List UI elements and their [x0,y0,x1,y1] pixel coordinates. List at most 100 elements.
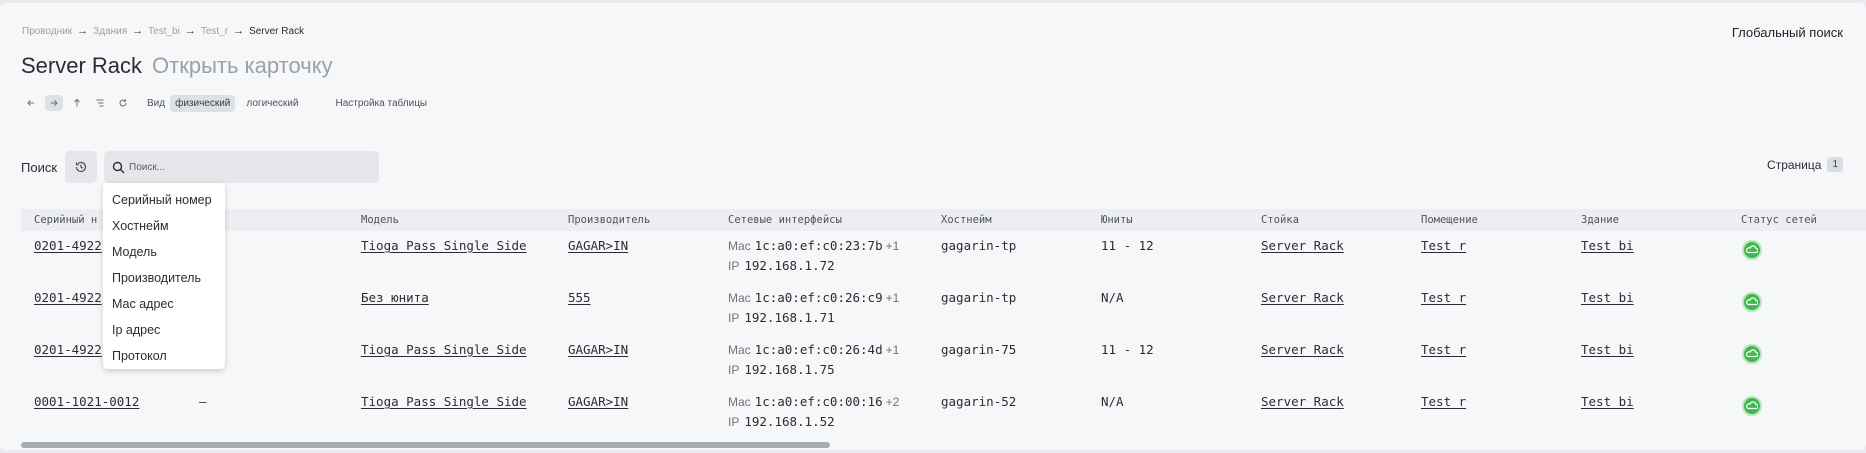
cell-interfaces: Mac 1c:a0:ef:c0:26:4d +1 IP 192.168.1.75 [728,342,899,377]
search-field[interactable] [104,151,380,183]
cell-room[interactable]: Test r [1421,238,1466,253]
header-rack[interactable]: Стойка [1261,214,1299,226]
table-row[interactable]: 0201-4922 Tioga Pass Single Side GAGAR>I… [21,335,1866,387]
cell-building[interactable]: Test bi [1581,394,1634,409]
breadcrumb-item[interactable]: Test_r [201,26,228,37]
cell-units: 11 - 12 [1101,238,1154,253]
mac-value: 1c:a0:ef:c0:00:16 [754,394,883,409]
table-row[interactable]: 0201-4922 Без юнита 555 Mac 1c:a0:ef:c0:2… [21,283,1866,335]
network-status-icon[interactable] [1742,240,1762,260]
cell-building[interactable]: Test bi [1581,342,1634,357]
dropdown-item-ip[interactable]: Ip адрес [103,317,225,343]
mac-prefix: Mac [728,395,751,409]
mac-more-badge[interactable]: +1 [886,239,900,253]
search-icon [112,161,125,173]
cell-room[interactable]: Test r [1421,290,1466,305]
cell-vendor[interactable]: GAGAR>IN [568,238,628,253]
cell-rack[interactable]: Server Rack [1261,342,1344,357]
dropdown-item-mac[interactable]: Мас адрес [103,291,225,317]
arrow-left-icon[interactable] [22,95,40,111]
cell-units: N/A [1101,394,1124,409]
arrow-up-icon[interactable] [68,95,86,111]
network-status-icon[interactable] [1742,396,1762,416]
cell-serial[interactable]: 0201-4922 [34,238,102,253]
open-card-link[interactable]: Открыть карточку [152,53,333,78]
ip-prefix: IP [728,259,740,273]
breadcrumb-item[interactable]: Здания [93,26,127,37]
dropdown-item-model[interactable]: Модель [103,239,225,265]
table-row[interactable]: 0001-1021-0012 — Tioga Pass Single Side … [21,387,1866,439]
mac-value: 1c:a0:ef:c0:23:7b [754,238,883,253]
header-units[interactable]: Юниты [1101,214,1133,226]
breadcrumb-arrow-icon: → [77,25,89,37]
view-physical-toggle[interactable]: физический [170,94,236,112]
cell-rack[interactable]: Server Rack [1261,394,1344,409]
header-model[interactable]: Модель [361,214,399,226]
mac-more-badge[interactable]: +1 [886,343,900,357]
toolbar: Вид физический логический Настройка табл… [22,94,427,112]
cell-hostname: gagarin-tp [941,290,1017,305]
header-interfaces[interactable]: Сетевые интерфейсы [728,214,842,226]
cell-building[interactable]: Test bi [1581,290,1634,305]
global-search-link[interactable]: Глобальный поиск [1732,25,1843,40]
ip-value: 192.168.1.72 [744,258,835,273]
ip-prefix: IP [728,415,740,429]
header-building[interactable]: Здание [1581,214,1619,226]
table-header: Серийный н Модель Производитель Сетевые … [21,209,1866,231]
mac-more-badge[interactable]: +1 [886,291,900,305]
search-row: Поиск [21,151,380,183]
table-row[interactable]: 0201-4922 Tioga Pass Single Side GAGAR>I… [21,231,1866,283]
dropdown-item-hostname[interactable]: Хостнейм [103,213,225,239]
mac-prefix: Mac [728,291,751,305]
cell-room[interactable]: Test r [1421,342,1466,357]
header-room[interactable]: Помещение [1421,214,1478,226]
dropdown-item-protocol[interactable]: Протокол [103,343,225,369]
dropdown-item-vendor[interactable]: Производитель [103,265,225,291]
mac-more-badge[interactable]: +2 [886,395,900,409]
cell-vendor[interactable]: 555 [568,290,591,305]
mac-value: 1c:a0:ef:c0:26:c9 [754,290,883,305]
network-status-icon[interactable] [1742,344,1762,364]
ip-value: 192.168.1.71 [744,310,835,325]
pagination-label: Страница [1767,157,1822,172]
breadcrumb-item[interactable]: Test_bi [148,26,180,37]
cell-room[interactable]: Test r [1421,394,1466,409]
view-logical-toggle[interactable]: логический [241,95,303,112]
arrow-right-icon[interactable] [45,95,63,111]
cell-rack[interactable]: Server Rack [1261,290,1344,305]
search-input[interactable] [129,161,370,173]
ip-prefix: IP [728,363,740,377]
header-serial[interactable]: Серийный н [34,214,97,226]
breadcrumb-item[interactable]: Проводник [22,26,72,37]
refresh-icon[interactable] [114,95,132,111]
history-button[interactable] [65,151,98,183]
dropdown-item-serial[interactable]: Серийный номер [103,187,225,213]
cell-model[interactable]: Без юнита [361,290,429,305]
table-settings-button[interactable]: Настройка таблицы [335,98,427,109]
cell-hostname: gagarin-52 [941,394,1017,409]
network-status-icon[interactable] [1742,292,1762,312]
header-hostname[interactable]: Хостнейм [941,214,992,226]
tree-icon[interactable] [91,95,109,111]
cell-rack[interactable]: Server Rack [1261,238,1344,253]
cell-units: 11 - 12 [1101,342,1154,357]
page: Проводник → Здания → Test_bi → Test_r → … [0,3,1866,450]
cell-model[interactable]: Tioga Pass Single Side [361,342,527,357]
search-label: Поиск [21,159,58,175]
cell-vendor[interactable]: GAGAR>IN [568,394,628,409]
mac-prefix: Mac [728,343,751,357]
cell-model[interactable]: Tioga Pass Single Side [361,238,527,253]
header-net-status[interactable]: Статус сетей [1741,214,1817,226]
horizontal-scrollbar[interactable] [21,442,830,448]
cell-serial[interactable]: 0201-4922 [34,342,102,357]
page-number[interactable]: 1 [1827,157,1843,172]
cell-model[interactable]: Tioga Pass Single Side [361,394,527,409]
ip-value: 192.168.1.52 [744,414,835,429]
cell-building[interactable]: Test bi [1581,238,1634,253]
breadcrumb-arrow-icon: → [233,25,245,37]
cell-serial[interactable]: 0201-4922 [34,290,102,305]
cell-vendor[interactable]: GAGAR>IN [568,342,628,357]
cell-interfaces: Mac 1c:a0:ef:c0:00:16 +2 IP 192.168.1.52 [728,394,899,429]
cell-serial[interactable]: 0001-1021-0012 [34,394,139,409]
header-vendor[interactable]: Производитель [568,214,650,226]
